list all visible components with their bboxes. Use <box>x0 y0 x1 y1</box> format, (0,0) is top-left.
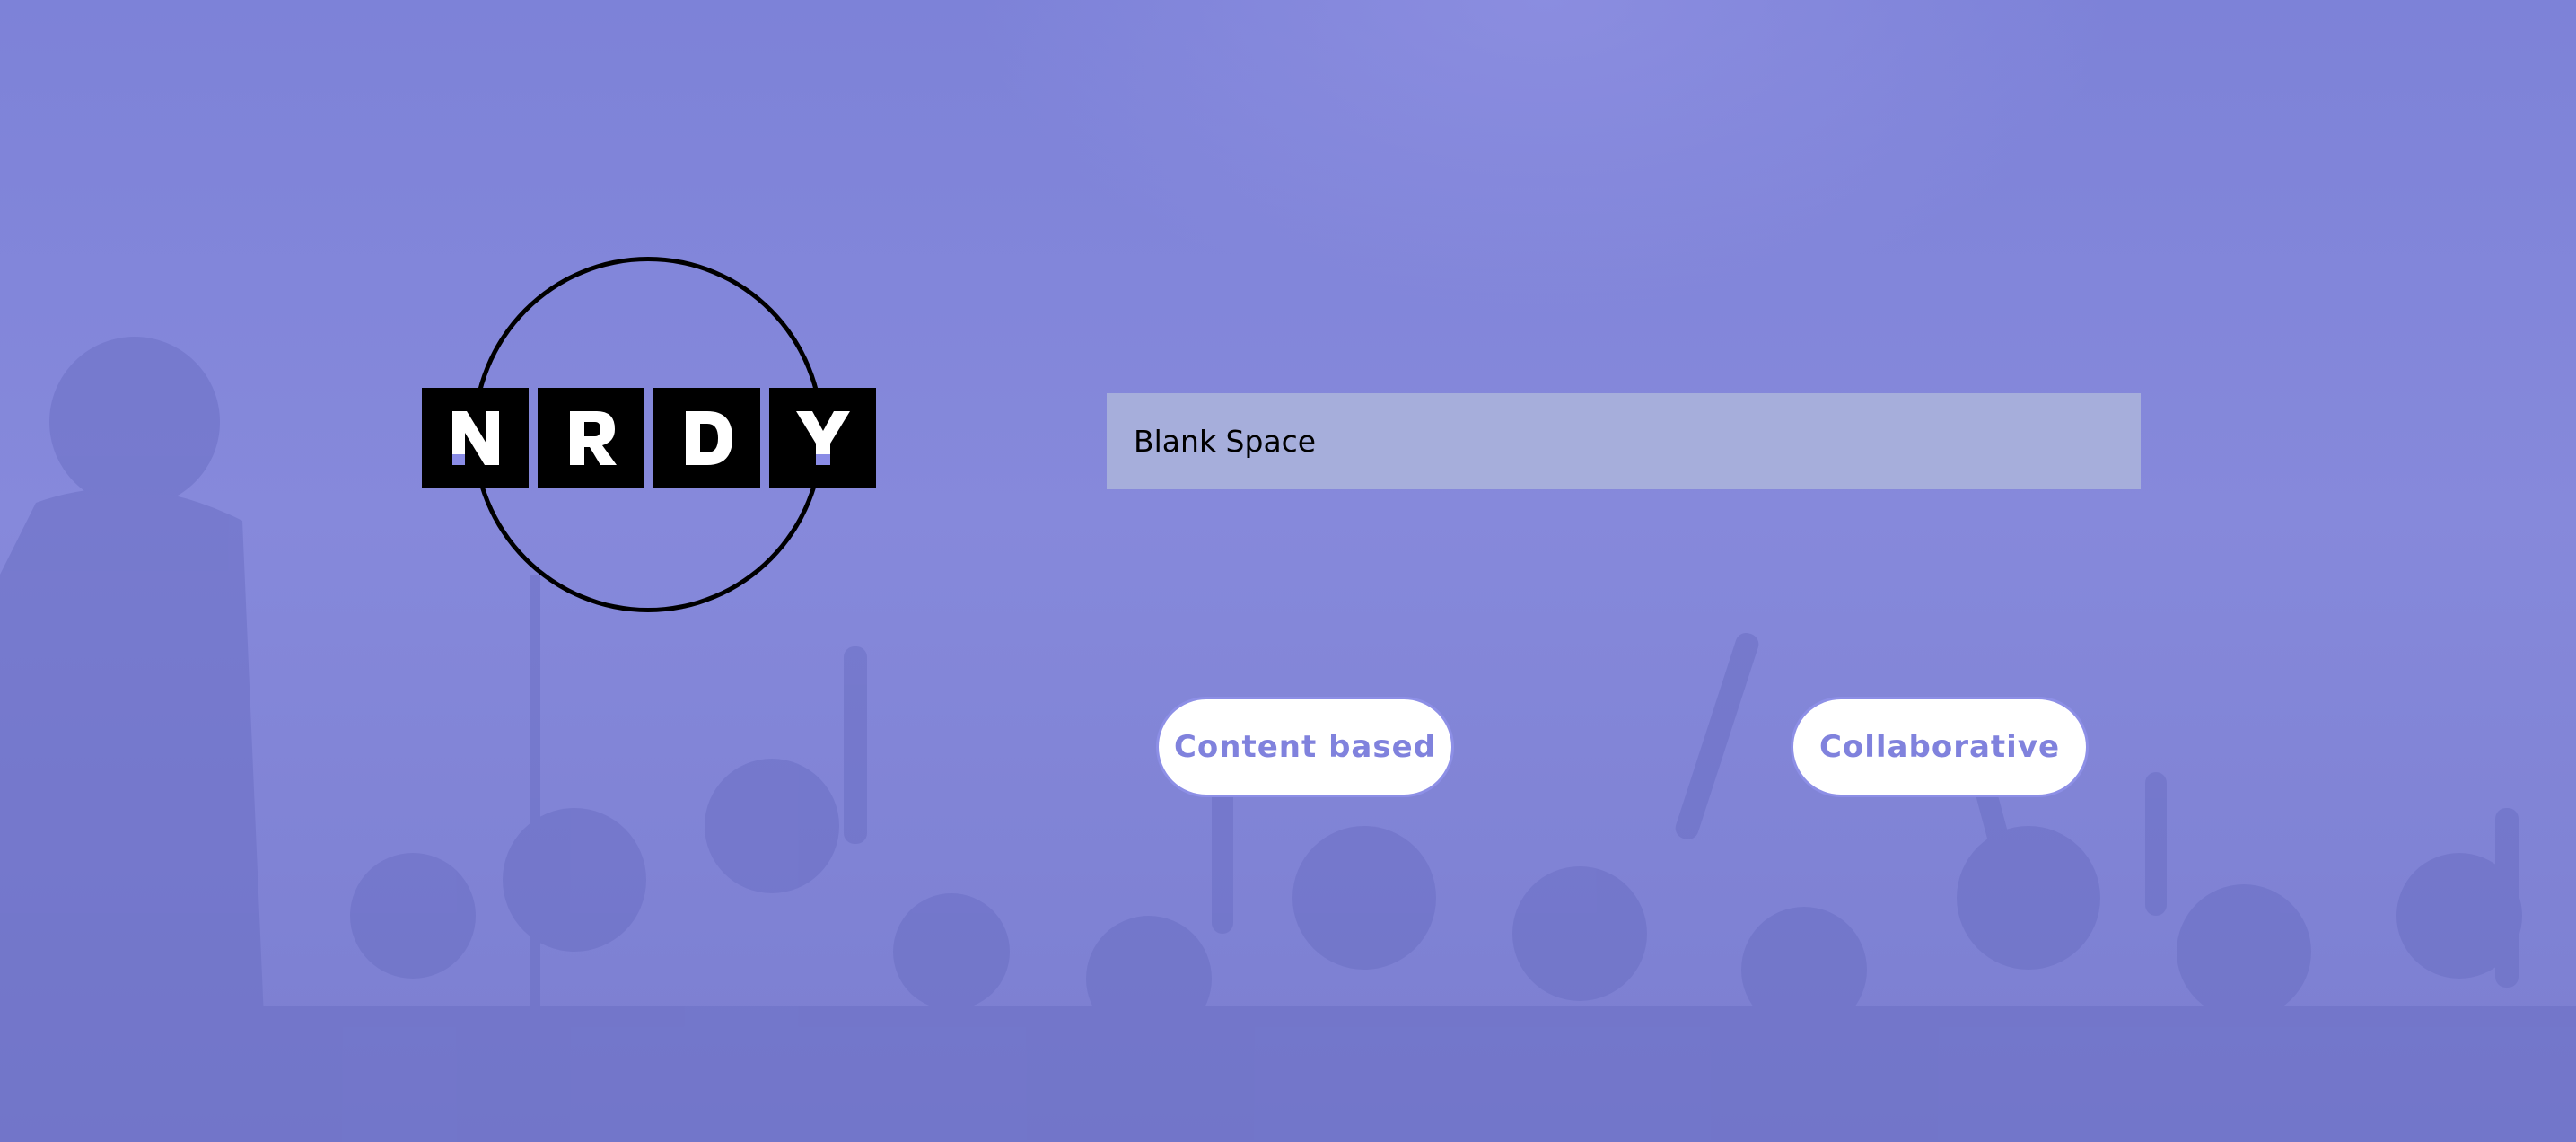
background-crowd-photo <box>0 0 2576 1142</box>
logo-letter-r <box>569 410 617 465</box>
song-search-input[interactable] <box>1107 393 2141 489</box>
logo-letter-y <box>795 410 850 465</box>
nrdy-logo <box>418 255 878 621</box>
content-based-button[interactable]: Content based <box>1156 697 1454 797</box>
logo-tile-r <box>538 388 644 488</box>
logo-tiles <box>422 388 876 488</box>
logo-tile-y <box>769 388 876 488</box>
logo-tile-n <box>422 388 529 488</box>
collaborative-button[interactable]: Collaborative <box>1791 697 2089 797</box>
logo-letter-n <box>451 410 499 465</box>
logo-letter-d <box>685 410 732 465</box>
logo-tile-d <box>653 388 760 488</box>
